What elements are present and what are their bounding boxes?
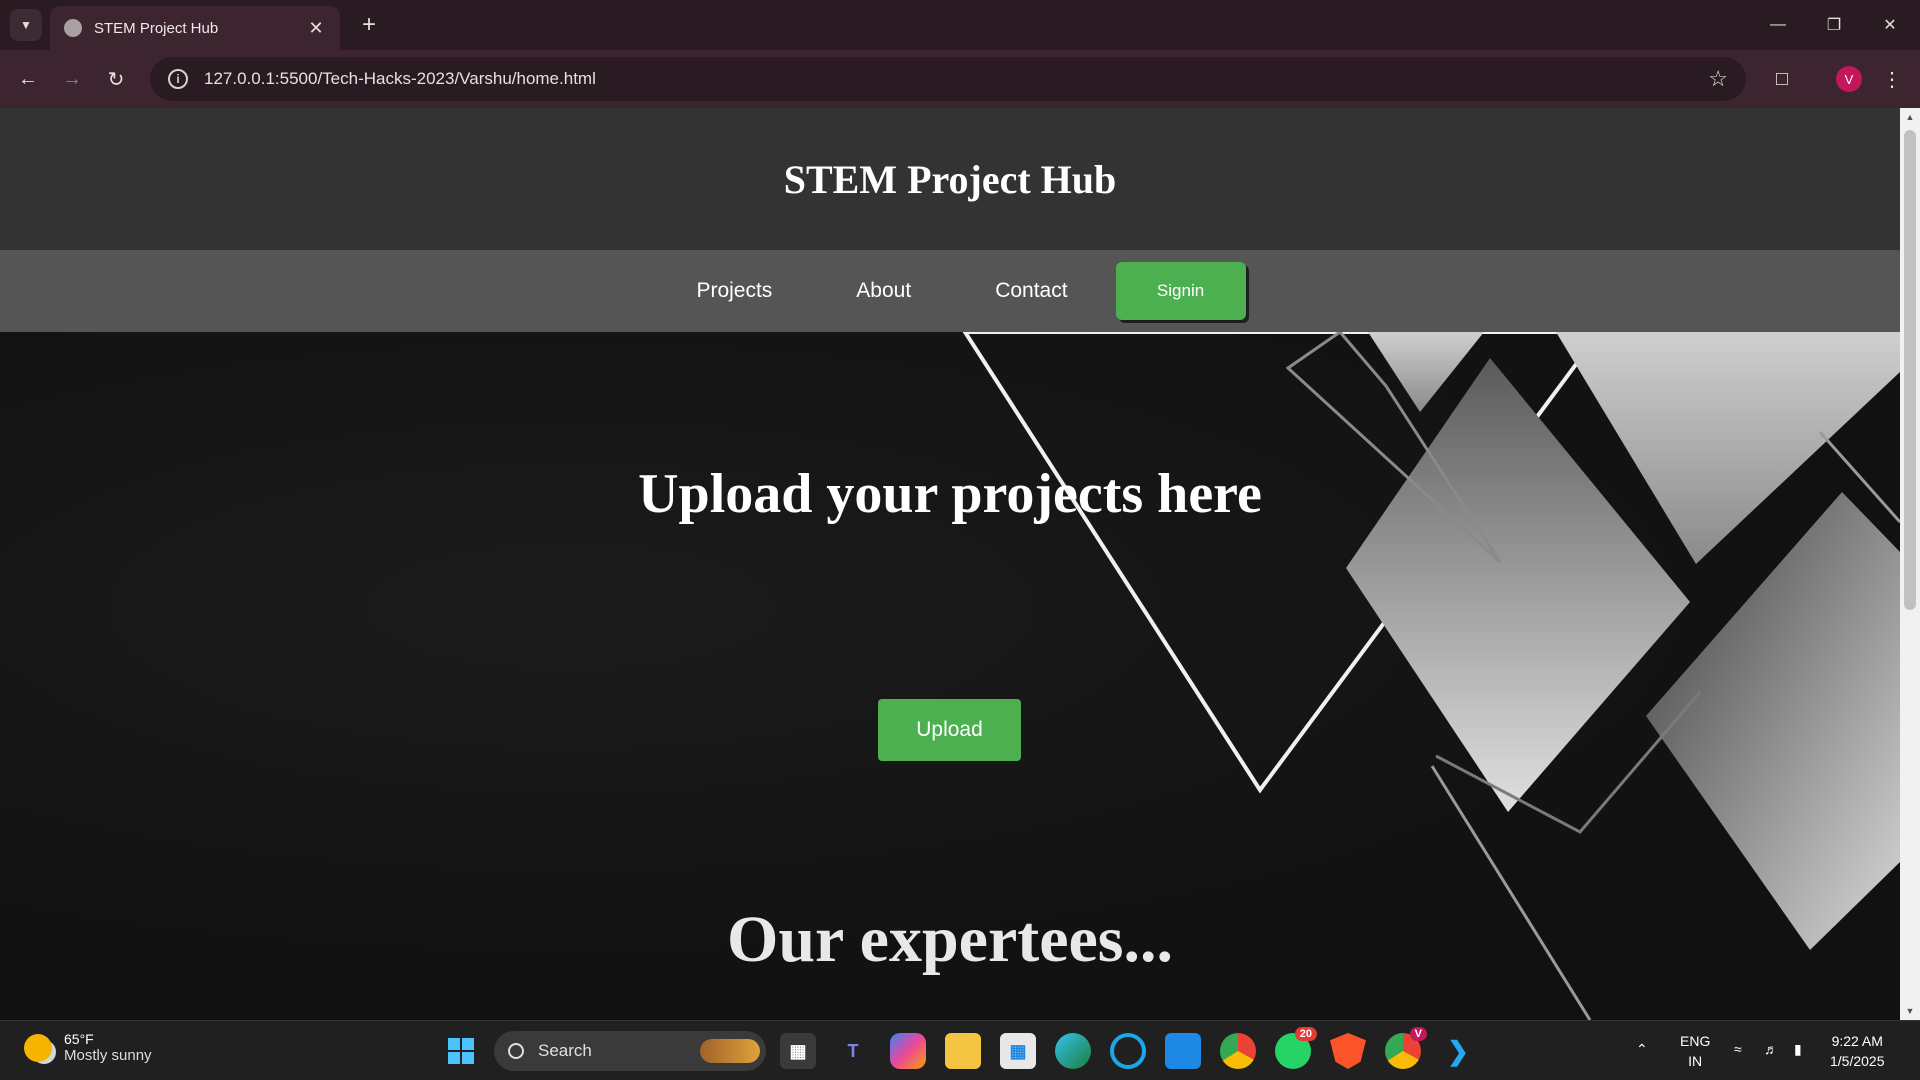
nav-link-about[interactable]: About — [814, 279, 953, 303]
volume-icon[interactable]: ♬ — [1764, 1039, 1778, 1059]
windows-taskbar: 65°F Mostly sunny Search ▦ T ▦ 20 V ❯ ⌃ … — [0, 1020, 1920, 1080]
weather-temperature: 65°F — [64, 1031, 94, 1047]
weather-description: Mostly sunny — [64, 1047, 152, 1064]
more-vertical-icon: ⋮ — [1882, 68, 1902, 91]
copilot-icon[interactable] — [890, 1033, 926, 1069]
site-info-icon[interactable]: i — [168, 69, 188, 89]
site-title: STEM Project Hub — [783, 156, 1117, 202]
close-window-button[interactable]: ✕ — [1862, 0, 1918, 50]
reload-button[interactable]: ↻ — [100, 63, 132, 95]
scroll-down-arrow-icon[interactable]: ▼ — [1900, 1006, 1920, 1016]
diamond-shape-right — [1646, 492, 1900, 950]
file-explorer-icon[interactable] — [945, 1033, 981, 1069]
expertise-heading: Our expertees... — [727, 903, 1173, 976]
battery-icon[interactable]: ▮ — [1794, 1039, 1802, 1059]
upload-button[interactable]: Upload — [878, 699, 1021, 761]
puzzle-icon: □ — [1775, 67, 1789, 90]
arrow-left-icon: ← — [18, 67, 38, 90]
brave-icon[interactable] — [1330, 1033, 1366, 1069]
language-code: ENG — [1680, 1033, 1711, 1049]
globe-icon — [64, 19, 82, 37]
whatsapp-notification-badge: 20 — [1294, 1027, 1317, 1041]
site-nav: Projects About Contact Signin — [0, 250, 1900, 332]
task-view-icon[interactable]: ▦ — [780, 1033, 816, 1069]
windows-logo-icon — [448, 1038, 474, 1064]
app-icon-blue[interactable] — [1165, 1033, 1201, 1069]
chrome-profile-badge: V — [1409, 1027, 1427, 1041]
forward-button[interactable]: → — [56, 63, 88, 95]
tab-search-button[interactable]: ▼ — [10, 9, 42, 41]
chrome-profile-icon[interactable]: V — [1385, 1027, 1427, 1069]
chrome-icon[interactable] — [1220, 1033, 1256, 1069]
new-tab-button[interactable]: + — [354, 10, 384, 40]
page-scrollbar[interactable]: ▲ ▼ — [1900, 108, 1920, 1020]
clock[interactable]: 9:22 AM 1/5/2025 — [1830, 1031, 1885, 1071]
show-hidden-icons-chevron-icon[interactable]: ⌃ — [1636, 1039, 1648, 1059]
bookmark-star-icon[interactable]: ☆ — [1708, 66, 1728, 92]
weather-widget[interactable]: 65°F Mostly sunny — [24, 1031, 152, 1064]
wifi-icon[interactable]: ≈ — [1734, 1039, 1742, 1059]
restore-button[interactable]: ❐ — [1806, 0, 1862, 50]
address-bar[interactable]: i 127.0.0.1:5500/Tech-Hacks-2023/Varshu/… — [150, 57, 1746, 101]
microsoft-store-icon[interactable]: ▦ — [1000, 1033, 1036, 1069]
teams-icon[interactable]: T — [835, 1033, 871, 1069]
whatsapp-icon[interactable]: 20 — [1275, 1027, 1317, 1069]
taskbar-search[interactable]: Search — [494, 1031, 766, 1071]
hero-heading: Upload your projects here — [638, 463, 1262, 525]
scrollbar-thumb[interactable] — [1904, 130, 1916, 610]
profile-avatar[interactable]: V — [1836, 66, 1862, 92]
scroll-up-arrow-icon[interactable]: ▲ — [1900, 112, 1920, 122]
arrow-right-icon: → — [62, 67, 82, 90]
browser-toolbar: ← → ↻ i 127.0.0.1:5500/Tech-Hacks-2023/V… — [0, 50, 1920, 108]
extensions-button[interactable]: □ — [1766, 63, 1798, 95]
search-icon — [508, 1043, 524, 1059]
vscode-icon[interactable]: ❯ — [1440, 1033, 1476, 1069]
nav-link-contact[interactable]: Contact — [953, 279, 1109, 303]
windows-start-icon[interactable] — [443, 1033, 479, 1069]
signin-button[interactable]: Signin — [1115, 262, 1246, 320]
browser-tab-active[interactable]: STEM Project Hub ✕ — [50, 6, 340, 50]
hero-section: Upload your projects here Upload Our exp… — [0, 332, 1900, 1020]
url-text[interactable]: 127.0.0.1:5500/Tech-Hacks-2023/Varshu/ho… — [204, 69, 1708, 89]
reload-icon: ↻ — [107, 68, 125, 91]
minimize-button[interactable]: — — [1750, 0, 1806, 50]
close-tab-icon[interactable]: ✕ — [306, 18, 326, 39]
tab-title: STEM Project Hub — [94, 19, 219, 37]
cortana-icon[interactable] — [1110, 1033, 1146, 1069]
chevron-down-icon: ▼ — [20, 18, 32, 32]
language-indicator[interactable]: ENG IN — [1680, 1031, 1710, 1071]
edge-icon[interactable] — [1055, 1033, 1091, 1069]
page-viewport: STEM Project Hub Projects About Contact … — [0, 108, 1900, 1020]
clock-date: 1/5/2025 — [1830, 1053, 1885, 1069]
search-highlight-image — [700, 1039, 760, 1063]
site-header: STEM Project Hub — [0, 108, 1900, 250]
taskbar-search-label: Search — [538, 1041, 592, 1060]
clock-time: 9:22 AM — [1831, 1033, 1883, 1049]
partly-sunny-icon — [24, 1033, 52, 1062]
region-code: IN — [1688, 1053, 1703, 1069]
nav-link-projects[interactable]: Projects — [654, 279, 814, 303]
tab-strip: ▼ STEM Project Hub ✕ + — ❐ ✕ — [0, 0, 1920, 50]
back-button[interactable]: ← — [12, 63, 44, 95]
browser-menu-button[interactable]: ⋮ — [1876, 63, 1908, 95]
